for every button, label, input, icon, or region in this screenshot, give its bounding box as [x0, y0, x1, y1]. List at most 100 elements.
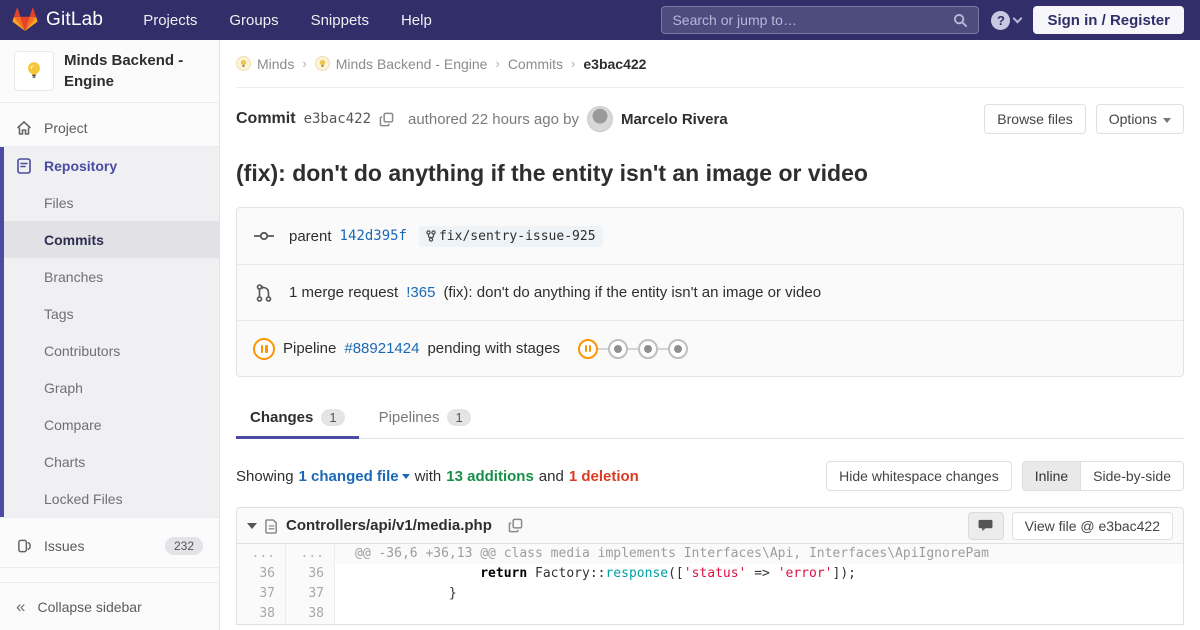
old-line-number[interactable]: 38	[237, 604, 286, 624]
hunk-header-text: @@ -36,6 +36,13 @@ class media implement…	[355, 546, 989, 561]
pipeline-stage-created[interactable]	[628, 338, 659, 359]
menu-help[interactable]: Help	[387, 3, 446, 38]
pipelines-count-badge: 1	[447, 409, 471, 426]
search-input[interactable]	[672, 12, 954, 28]
global-search[interactable]	[661, 6, 980, 34]
sidebar-item-tags[interactable]: Tags	[0, 295, 219, 332]
and-label: and	[538, 467, 564, 485]
additions-count: 13 additions	[446, 467, 534, 485]
commit-icon	[253, 230, 275, 242]
project-title: Minds Backend - Engine	[64, 52, 184, 90]
parent-row: parent 142d395f fix/sentry-issue-925	[237, 208, 1183, 264]
menu-snippets[interactable]: Snippets	[297, 3, 383, 38]
copy-commit-sha-icon[interactable]	[379, 112, 394, 127]
sidebar-item-commits[interactable]: Commits	[0, 221, 219, 258]
breadcrumb-separator: ›	[495, 56, 500, 71]
chevron-down-icon	[1013, 13, 1023, 24]
diff-file-path[interactable]: Controllers/api/v1/media.php	[286, 517, 492, 534]
sidebar-item-files[interactable]: Files	[0, 184, 219, 221]
new-line-number[interactable]: 38	[286, 604, 335, 624]
diff-file: Controllers/api/v1/media.php View file @…	[236, 507, 1184, 625]
main-content: Minds › Minds Backend - Engine › Commits…	[220, 40, 1200, 630]
breadcrumb-label: Minds Backend - Engine	[335, 55, 488, 72]
pipeline-stage-created[interactable]	[658, 338, 689, 359]
sidebar-item-locked-files[interactable]: Locked Files	[0, 480, 219, 517]
gitlab-tanuki-icon	[12, 7, 38, 33]
commit-title: (fix): don't do anything if the entity i…	[236, 160, 868, 186]
mr-title: (fix): don't do anything if the entity i…	[443, 284, 822, 301]
comment-bubble-icon	[978, 519, 993, 532]
options-dropdown-button[interactable]: Options	[1095, 104, 1184, 134]
issues-count-badge: 232	[164, 536, 203, 555]
gitlab-logo[interactable]: GitLab	[0, 7, 111, 33]
pipeline-stage-created[interactable]	[598, 338, 629, 359]
new-line-number[interactable]: 37	[286, 584, 335, 604]
tab-label: Changes	[250, 409, 314, 426]
sidebar-item-project[interactable]: Project	[0, 109, 219, 146]
view-file-button[interactable]: View file @ e3bac422	[1011, 511, 1173, 540]
sidebar-item-compare[interactable]: Compare	[0, 406, 219, 443]
collapse-diff-icon[interactable]	[247, 522, 257, 529]
sidebar-item-branches[interactable]: Branches	[0, 258, 219, 295]
branch-badge[interactable]: fix/sentry-issue-925	[418, 225, 603, 247]
tab-label: Pipelines	[378, 409, 440, 426]
sidebar-item-label: Repository	[44, 157, 118, 174]
help-icon: ?	[991, 10, 1011, 30]
side-by-side-view-button[interactable]: Side-by-side	[1080, 461, 1184, 491]
new-line-number[interactable]: 36	[286, 564, 335, 584]
with-label: with	[414, 467, 442, 485]
old-line-number[interactable]: 37	[237, 584, 286, 604]
commit-info-box: parent 142d395f fix/sentry-issue-925 1 m…	[236, 207, 1184, 377]
home-icon	[16, 120, 32, 136]
merge-request-row: 1 merge request !365 (fix): don't do any…	[237, 264, 1183, 320]
author-avatar[interactable]	[586, 106, 613, 132]
code-line: }	[355, 586, 457, 601]
browse-files-button[interactable]: Browse files	[984, 104, 1086, 134]
sidebar-item-graph[interactable]: Graph	[0, 369, 219, 406]
pipeline-status-text: pending with stages	[427, 340, 561, 357]
pipeline-mini-graph[interactable]	[578, 338, 689, 359]
copy-file-path-icon[interactable]	[508, 518, 523, 533]
pipeline-status-paused-icon[interactable]	[253, 337, 275, 360]
project-context[interactable]: Minds Backend - Engine	[0, 40, 219, 103]
diff-summary: Showing 1 changed file with 13 additions…	[236, 461, 1184, 491]
sign-in-button[interactable]: Sign in / Register	[1033, 6, 1184, 34]
sidebar-item-repository[interactable]: Repository	[0, 147, 219, 184]
menu-projects[interactable]: Projects	[129, 3, 211, 38]
breadcrumb-minds[interactable]: Minds	[236, 56, 294, 72]
branch-name: fix/sentry-issue-925	[438, 228, 596, 244]
breadcrumb-separator: ›	[571, 56, 576, 71]
help-dropdown[interactable]: ?	[991, 10, 1023, 30]
commit-hash: e3bac422	[303, 111, 371, 127]
pipeline-link[interactable]: #88921424	[344, 340, 419, 357]
pipeline-label: Pipeline	[283, 340, 337, 357]
breadcrumb-label: Commits	[507, 55, 564, 72]
sidebar-item-contributors[interactable]: Contributors	[0, 332, 219, 369]
collapse-sidebar-button[interactable]: « Collapse sidebar	[0, 582, 219, 630]
inline-view-button[interactable]: Inline	[1021, 461, 1081, 491]
project-avatar	[14, 51, 54, 91]
diff-code-row: 36 36 return Factory::response(['status'…	[237, 564, 1183, 584]
tab-pipelines[interactable]: Pipelines 1	[365, 399, 485, 438]
commit-authored-text: authored 22 hours ago by	[408, 110, 579, 128]
hide-whitespace-button[interactable]: Hide whitespace changes	[826, 461, 1012, 491]
menu-groups[interactable]: Groups	[215, 3, 292, 38]
merge-request-link[interactable]: !365	[406, 284, 435, 301]
changed-files-dropdown[interactable]: 1 changed file	[299, 468, 410, 485]
old-line-number[interactable]: 36	[237, 564, 286, 584]
toggle-comments-button[interactable]	[967, 511, 1004, 540]
breadcrumb-commits[interactable]: Commits	[508, 56, 563, 72]
tab-changes[interactable]: Changes 1	[236, 399, 359, 439]
breadcrumb-project[interactable]: Minds Backend - Engine	[314, 55, 488, 72]
search-icon[interactable]	[953, 13, 968, 28]
diff-code-row: 38 38	[237, 604, 1183, 624]
sidebar-item-issues[interactable]: Issues 232	[0, 524, 219, 568]
commit-tabs: Changes 1 Pipelines 1	[236, 399, 1184, 439]
sidebar-item-charts[interactable]: Charts	[0, 443, 219, 480]
parent-commit-link[interactable]: 142d395f	[340, 228, 407, 244]
pipeline-stage-paused[interactable]	[578, 338, 599, 359]
main-menu: Projects Groups Snippets Help	[129, 3, 446, 38]
author-name[interactable]: Marcelo Rivera	[621, 111, 728, 128]
new-line-number: ...	[286, 544, 335, 564]
